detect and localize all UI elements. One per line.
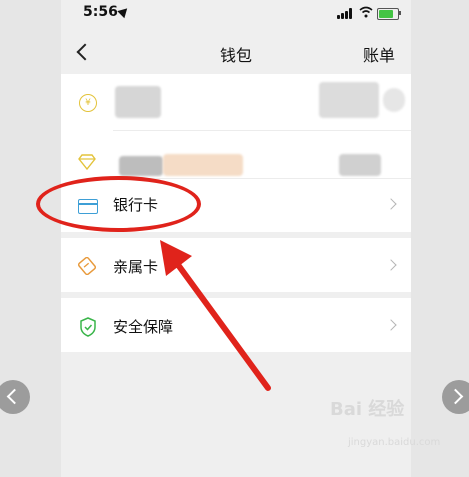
chevron-right-icon xyxy=(385,198,397,210)
previous-arrow-button[interactable] xyxy=(0,380,30,414)
security-label: 安全保障 xyxy=(113,318,174,336)
battery-cap xyxy=(399,11,401,15)
change-row[interactable]: ¥ xyxy=(61,74,411,130)
family-card-label: 亲属卡 xyxy=(113,258,159,276)
watermark: Bai 经验 xyxy=(330,399,405,420)
bill-button[interactable]: 账单 xyxy=(363,42,395,66)
shield-icon xyxy=(80,317,96,337)
page-title: 钱包 xyxy=(219,46,252,65)
security-section: 安全保障 xyxy=(61,298,411,352)
blurred-chevron xyxy=(383,88,405,112)
bank-card-row[interactable]: 银行卡 xyxy=(61,178,411,232)
diamond-icon xyxy=(78,154,96,170)
next-arrow-button[interactable] xyxy=(442,380,469,414)
blurred-label xyxy=(119,156,163,176)
family-card-section: 亲属卡 xyxy=(61,238,411,292)
chevron-right-icon xyxy=(385,319,397,331)
family-card-icon xyxy=(78,257,96,275)
coin-icon: ¥ xyxy=(79,94,97,112)
chevron-right-icon xyxy=(385,259,397,271)
blurred-label xyxy=(115,86,161,118)
signal-icon xyxy=(337,8,355,19)
blurred-amount xyxy=(319,82,379,118)
status-bar: 5:56 xyxy=(61,0,411,26)
battery-icon xyxy=(377,8,399,20)
family-card-row[interactable]: 亲属卡 xyxy=(61,238,411,292)
bank-card-icon xyxy=(78,199,98,214)
security-row[interactable]: 安全保障 xyxy=(61,298,411,352)
divider xyxy=(113,130,411,131)
blurred-label xyxy=(163,154,243,176)
watermark-url: jingyan.baidu.com xyxy=(348,437,441,448)
wallet-summary-card: ¥ 银行卡 xyxy=(61,74,411,232)
nav-bar: 钱包 账单 xyxy=(61,30,411,74)
blurred-amount xyxy=(339,154,381,176)
status-time: 5:56 xyxy=(83,4,118,20)
location-arrow-icon xyxy=(117,4,131,19)
bank-card-label: 银行卡 xyxy=(113,196,159,214)
wifi-icon xyxy=(359,6,373,18)
